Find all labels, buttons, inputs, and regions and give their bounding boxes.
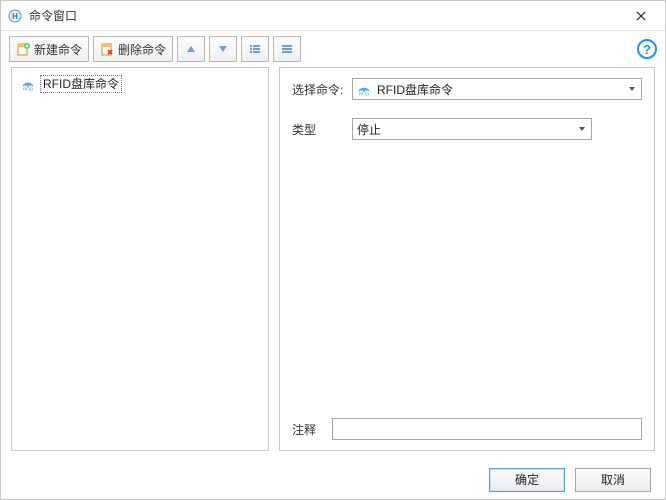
new-command-button[interactable]: 新建命令 <box>9 36 89 62</box>
window-title: 命令窗口 <box>29 7 621 24</box>
type-label: 类型 <box>292 121 352 138</box>
select-command-label: 选择命令: <box>292 81 352 98</box>
svg-text:RFID: RFID <box>23 87 34 92</box>
dialog-footer: 确定 取消 <box>1 459 665 499</box>
toolbar: 新建命令 删除命令 ? <box>1 31 665 67</box>
select-command-dropdown[interactable]: RFID RFID盘库命令 <box>352 78 642 100</box>
detail-view-button[interactable] <box>273 36 301 62</box>
move-up-button[interactable] <box>177 36 205 62</box>
chevron-down-icon <box>575 119 589 139</box>
dialog-body: RFID RFID盘库命令 选择命令: RFID RFID盘库命令 类型 <box>1 67 665 459</box>
ok-button[interactable]: 确定 <box>489 468 565 492</box>
tree-item[interactable]: RFID RFID盘库命令 <box>18 74 262 94</box>
type-dropdown[interactable]: 停止 <box>352 118 592 140</box>
type-value: 停止 <box>357 121 381 138</box>
notes-input[interactable] <box>332 418 642 440</box>
delete-command-button[interactable]: 删除命令 <box>93 36 173 62</box>
new-command-label: 新建命令 <box>34 41 82 58</box>
delete-command-label: 删除命令 <box>118 41 166 58</box>
tree-item-label: RFID盘库命令 <box>40 75 122 93</box>
cancel-button[interactable]: 取消 <box>575 468 651 492</box>
command-dialog: H 命令窗口 新建命令 删除命令 ? <box>0 0 666 500</box>
notes-row: 注释 <box>292 418 642 440</box>
svg-text:H: H <box>12 12 18 21</box>
form-spacer <box>292 158 642 418</box>
list-view-button[interactable] <box>241 36 269 62</box>
chevron-down-icon <box>625 79 639 99</box>
titlebar: H 命令窗口 <box>1 1 665 31</box>
select-command-row: 选择命令: RFID RFID盘库命令 <box>292 78 642 100</box>
help-button[interactable]: ? <box>637 39 657 59</box>
app-icon: H <box>7 8 23 24</box>
command-form-panel: 选择命令: RFID RFID盘库命令 类型 停止 注释 <box>279 67 655 451</box>
notes-label: 注释 <box>292 421 332 438</box>
type-row: 类型 停止 <box>292 118 642 140</box>
move-down-button[interactable] <box>209 36 237 62</box>
svg-text:RFID: RFID <box>359 92 370 97</box>
close-button[interactable] <box>621 2 661 30</box>
rfid-icon: RFID <box>355 80 373 98</box>
command-tree-panel: RFID RFID盘库命令 <box>11 67 269 451</box>
select-command-value: RFID盘库命令 <box>377 81 453 98</box>
rfid-icon: RFID <box>20 76 36 92</box>
